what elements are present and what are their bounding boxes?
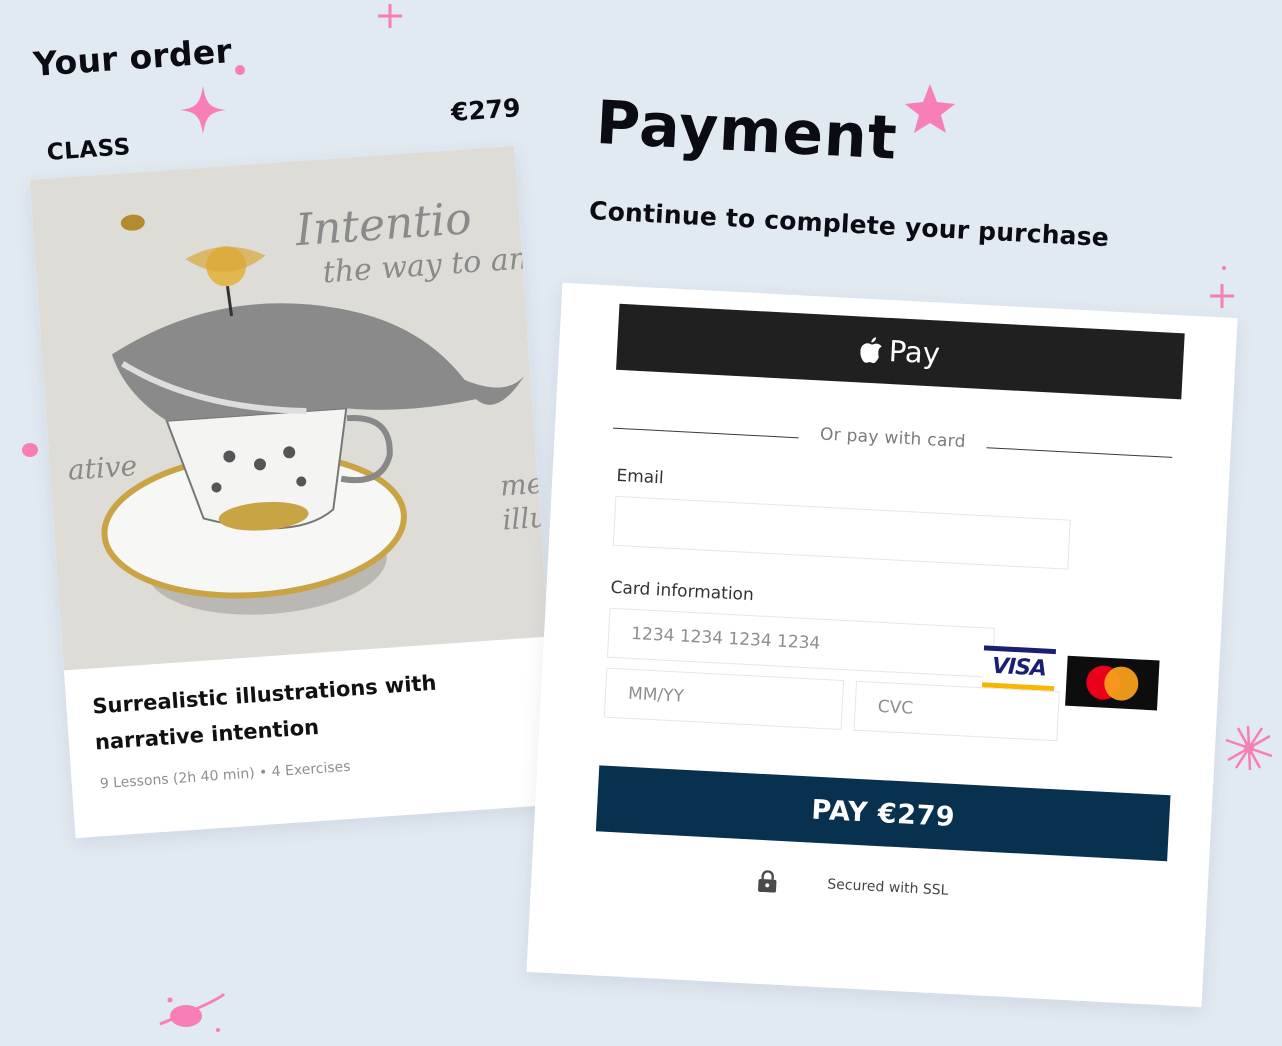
apple-pay-label: Pay	[887, 333, 941, 371]
secure-note: Secured with SSL	[757, 870, 949, 902]
apple-pay-button[interactable]: Pay	[616, 303, 1185, 400]
order-price: €279	[450, 93, 522, 127]
payment-title: Payment	[594, 88, 900, 174]
class-card-body: Surrealistic illustrations with narrativ…	[63, 636, 561, 839]
class-cover-illustration: Intentio the way to an ative mea illu	[29, 145, 549, 671]
class-title[interactable]: Surrealistic illustrations with narrativ…	[91, 661, 495, 761]
apple-icon	[860, 337, 883, 364]
or-pay-with-card: Or pay with card	[819, 424, 967, 453]
teacup-whale-icon	[101, 214, 525, 615]
secure-text: Secured with SSL	[826, 876, 949, 899]
visa-icon: VISA	[981, 645, 1057, 692]
class-card[interactable]: Intentio the way to an ative mea illu Su…	[29, 145, 561, 839]
card-number-field[interactable]: 1234 1234 1234 1234	[606, 607, 996, 678]
class-meta: 9 Lessons (2h 40 min) • 4 Exercises	[99, 758, 352, 793]
class-label: CLASS	[46, 134, 132, 166]
visa-logo-text: VISA	[991, 653, 1047, 682]
pay-button[interactable]: PAY €279	[595, 765, 1171, 862]
email-field[interactable]	[612, 495, 1071, 570]
expiry-field[interactable]: MM/YY	[603, 667, 845, 730]
payment-subtitle: Continue to complete your purchase	[588, 196, 1110, 253]
payment-card: Pay Or pay with card Email Card informat…	[526, 282, 1238, 1008]
email-label: Email	[615, 465, 665, 489]
mastercard-icon	[1065, 655, 1160, 711]
your-order-heading: Your order	[32, 31, 234, 84]
card-information-label: Card information	[610, 577, 755, 606]
lock-icon	[758, 870, 777, 893]
cvc-field[interactable]: CVC	[853, 680, 1060, 742]
